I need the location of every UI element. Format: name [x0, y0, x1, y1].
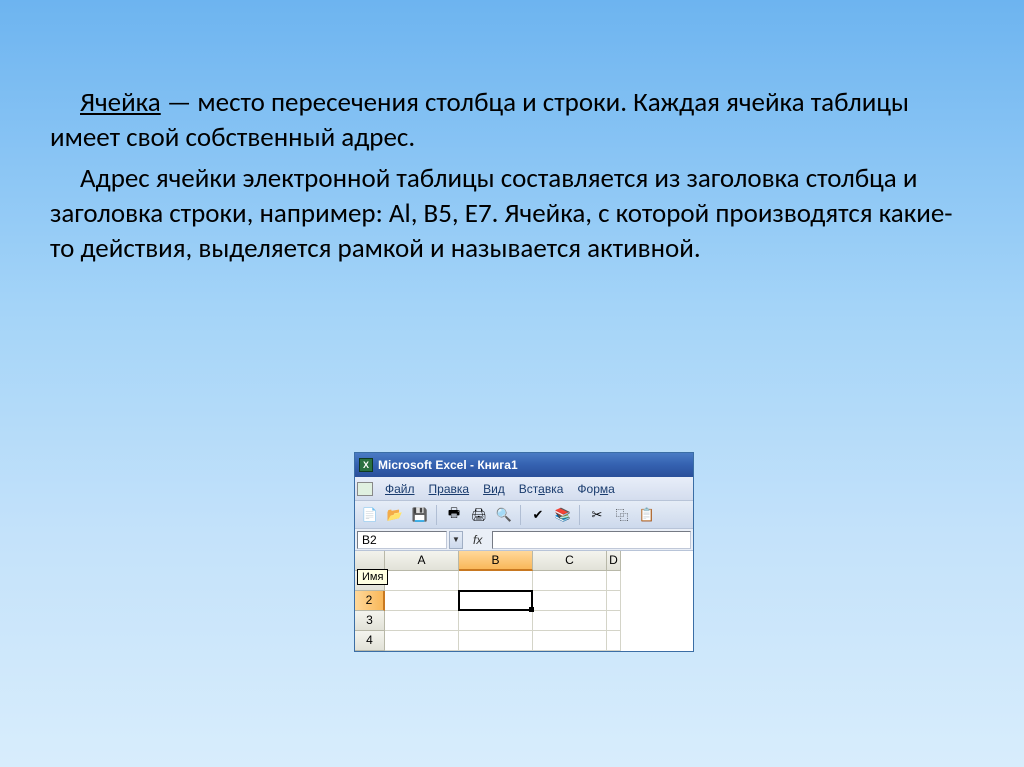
menu-format[interactable]: Форма — [571, 480, 620, 498]
row-header-4[interactable]: 4 — [355, 631, 385, 651]
grid-area: Имя A B C D 1 2 3 — [355, 551, 693, 651]
cell-B2-active[interactable] — [458, 590, 533, 611]
row-1: 1 — [355, 571, 693, 591]
spell-icon[interactable]: ✔ — [527, 504, 549, 526]
cell-D2[interactable] — [607, 591, 621, 611]
fx-label[interactable]: fx — [463, 533, 492, 547]
menubar: Файл Правка Вид Вставка Форма — [355, 477, 693, 501]
titlebar: X Microsoft Excel - Книга1 — [355, 453, 693, 477]
col-header-A[interactable]: A — [385, 551, 459, 571]
excel-app-icon: X — [359, 458, 373, 472]
save-icon[interactable]: 💾 — [409, 504, 431, 526]
term-cell: Ячейка — [80, 86, 161, 119]
col-header-B[interactable]: B — [459, 551, 533, 571]
cell-B3[interactable] — [459, 611, 533, 631]
cell-D4[interactable] — [607, 631, 621, 651]
cell-C2[interactable] — [533, 591, 607, 611]
paste-icon[interactable]: 📋 — [636, 504, 658, 526]
slide-text-area: Ячейка — место пересечения столбца и стр… — [0, 0, 1024, 266]
menu-view[interactable]: Вид — [477, 480, 511, 498]
cell-A3[interactable] — [385, 611, 459, 631]
cell-C4[interactable] — [533, 631, 607, 651]
select-all-corner[interactable]: Имя — [355, 551, 385, 571]
copy-icon[interactable]: ⿻ — [611, 504, 633, 526]
formula-bar: B2 ▼ fx — [355, 529, 693, 551]
cell-D1[interactable] — [607, 571, 621, 591]
menu-insert[interactable]: Вставка — [513, 480, 570, 498]
formula-input[interactable] — [492, 531, 691, 549]
cell-B1[interactable] — [459, 571, 533, 591]
col-header-C[interactable]: C — [533, 551, 607, 571]
menu-edit[interactable]: Правка — [423, 480, 476, 498]
research-icon[interactable]: 📚 — [552, 504, 574, 526]
cell-C1[interactable] — [533, 571, 607, 591]
name-box-dropdown-icon[interactable]: ▼ — [449, 531, 463, 549]
row-3: 3 — [355, 611, 693, 631]
separator — [436, 505, 438, 525]
excel-window: X Microsoft Excel - Книга1 Файл Правка В… — [354, 452, 694, 652]
toolbar: 📄 📂 💾 🖶 🖨 🔍 ✔ 📚 ✂ ⿻ 📋 — [355, 501, 693, 529]
column-headers: Имя A B C D — [355, 551, 693, 571]
window-title: Microsoft Excel - Книга1 — [378, 458, 518, 472]
cell-D3[interactable] — [607, 611, 621, 631]
cell-A1[interactable] — [385, 571, 459, 591]
cell-B4[interactable] — [459, 631, 533, 651]
name-box[interactable]: B2 — [357, 531, 447, 549]
row-4: 4 — [355, 631, 693, 651]
cell-C3[interactable] — [533, 611, 607, 631]
fill-handle[interactable] — [529, 607, 534, 612]
open-icon[interactable]: 📂 — [384, 504, 406, 526]
row-header-2[interactable]: 2 — [355, 591, 385, 611]
separator — [579, 505, 581, 525]
separator — [520, 505, 522, 525]
menu-file[interactable]: Файл — [379, 480, 421, 498]
paragraph-2: Адрес ячейки электронной таблицы составл… — [50, 161, 974, 266]
col-header-D[interactable]: D — [607, 551, 621, 571]
workbook-icon — [357, 482, 373, 496]
cut-icon[interactable]: ✂ — [586, 504, 608, 526]
name-tooltip: Имя — [357, 569, 388, 585]
preview-icon[interactable]: 🔍 — [493, 504, 515, 526]
cell-A4[interactable] — [385, 631, 459, 651]
permission-icon[interactable]: 🖶 — [443, 504, 465, 526]
new-icon[interactable]: 📄 — [359, 504, 381, 526]
print-icon[interactable]: 🖨 — [468, 504, 490, 526]
paragraph-1: Ячейка — место пересечения столбца и стр… — [50, 85, 974, 155]
cell-A2[interactable] — [385, 591, 459, 611]
row-2: 2 — [355, 591, 693, 611]
row-header-3[interactable]: 3 — [355, 611, 385, 631]
p1-rest: — место пересечения столбца и строки. Ка… — [50, 86, 909, 154]
